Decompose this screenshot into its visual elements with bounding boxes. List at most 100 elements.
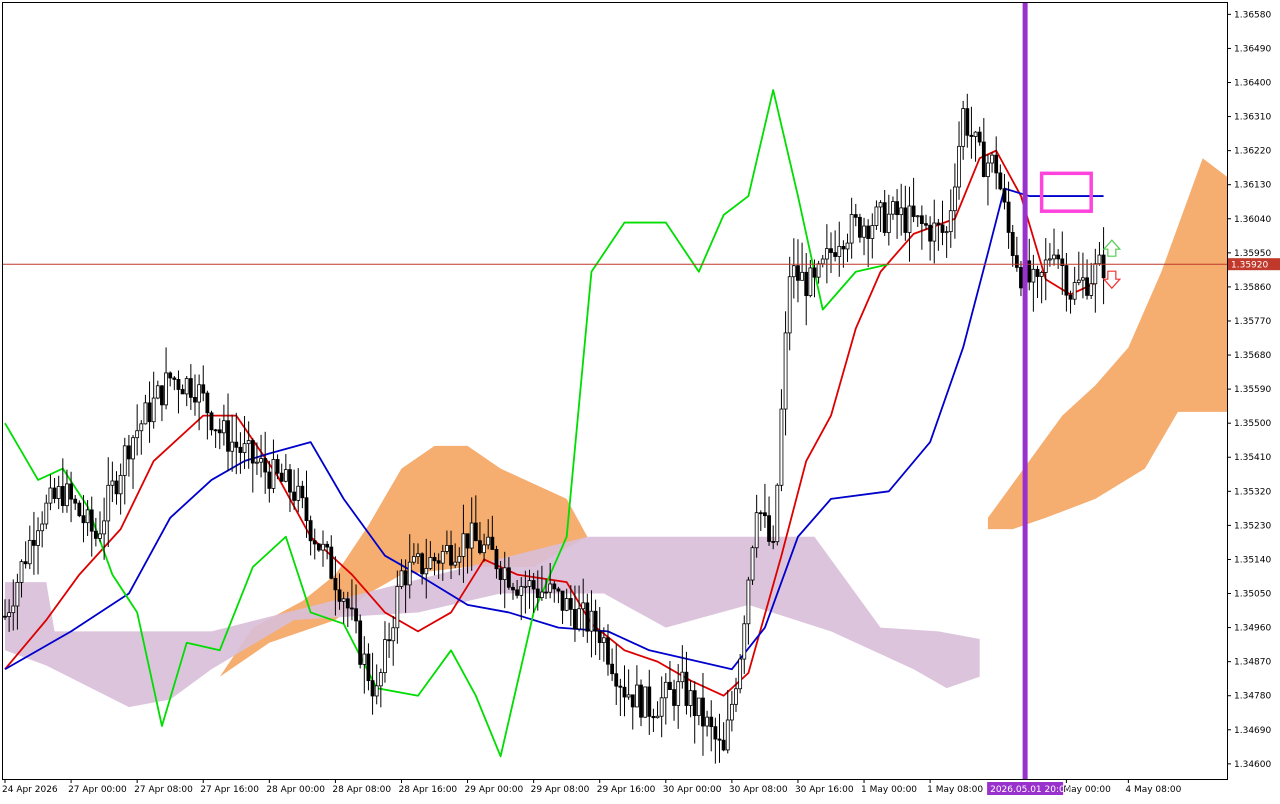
candle-body xyxy=(1085,277,1089,296)
candle-body xyxy=(1072,282,1077,300)
candle-body xyxy=(907,205,912,233)
candle-body xyxy=(168,372,173,379)
candle-body xyxy=(73,498,78,504)
candle-body xyxy=(961,108,966,147)
candle-body xyxy=(990,154,994,164)
candle-body xyxy=(160,385,164,406)
candle-body xyxy=(676,681,681,706)
price-tick-label: 1.35770 xyxy=(1234,317,1271,327)
candle-body xyxy=(56,486,61,499)
candle-body xyxy=(886,213,891,233)
candle-body xyxy=(589,610,594,632)
candle-body xyxy=(519,586,524,596)
candle-body xyxy=(1039,272,1044,277)
time-tick-label: 27 Apr 08:00 xyxy=(134,785,193,795)
candle-body xyxy=(585,602,590,632)
candle-body xyxy=(969,134,974,137)
candle-body xyxy=(775,484,780,543)
candle-body xyxy=(779,408,784,486)
candle-body xyxy=(1056,254,1061,260)
candle-body xyxy=(626,694,631,698)
candle xyxy=(775,483,780,546)
candle-body xyxy=(304,497,309,522)
candle-body xyxy=(651,715,656,719)
candle-body xyxy=(221,420,226,434)
candle-body xyxy=(729,703,734,721)
time-tick-label: 29 Apr 00:00 xyxy=(465,785,524,795)
candle-body xyxy=(932,222,937,242)
candle-body xyxy=(849,214,854,244)
candle-body xyxy=(948,210,953,233)
candle-body xyxy=(197,384,202,403)
candle-body xyxy=(341,598,346,602)
candle-body xyxy=(581,602,586,610)
candle-body xyxy=(242,443,247,453)
ichimoku-chart[interactable]: 1.36580 1.36490 1.36400 1.36310 1.36220 1.361… xyxy=(0,0,1280,800)
candle-body xyxy=(1052,254,1056,260)
candle-body xyxy=(362,653,367,665)
candle-body xyxy=(164,372,168,406)
candle-body xyxy=(552,583,557,590)
candle-body xyxy=(432,557,437,562)
cursor-time-label: 2026.05.01 20:00 xyxy=(990,785,1071,795)
candle-body xyxy=(69,483,73,500)
candle-body xyxy=(812,267,817,278)
candle-body xyxy=(965,108,970,136)
candle-body xyxy=(114,480,119,495)
candle-body xyxy=(176,379,181,390)
candle-body xyxy=(279,472,284,482)
candle-body xyxy=(478,540,482,554)
price-tick-label: 1.35500 xyxy=(1234,419,1271,429)
candle-body xyxy=(659,697,664,717)
candle-body xyxy=(725,719,730,751)
candle-body xyxy=(853,214,858,218)
candle-body xyxy=(52,487,57,499)
candle-body xyxy=(188,378,193,398)
candle-body xyxy=(911,205,916,217)
candle-body xyxy=(672,689,676,706)
price-tick-label: 1.34960 xyxy=(1234,624,1271,634)
candle-body xyxy=(217,429,222,434)
candle-body xyxy=(482,544,486,554)
candle-body xyxy=(93,530,98,539)
price-tick-label: 1.34600 xyxy=(1234,760,1271,770)
candle-body xyxy=(461,533,466,557)
time-tick-label: 30 Apr 00:00 xyxy=(663,785,722,795)
candle-body xyxy=(899,207,904,216)
candle-body xyxy=(804,271,809,297)
candle-body xyxy=(238,446,243,453)
candle-body xyxy=(1047,258,1052,261)
chart-canvas[interactable]: 1.36580 1.36490 1.36400 1.36310 1.36220 1.361… xyxy=(0,0,1280,800)
candle-body xyxy=(250,440,255,464)
candle-body xyxy=(32,539,36,546)
time-tick-label: 24 Apr 2026 xyxy=(2,785,58,795)
candle-body xyxy=(399,570,404,587)
candle-body xyxy=(209,412,214,431)
candle-body xyxy=(325,543,330,548)
candle xyxy=(77,500,82,518)
time-tick-label: 29 Apr 16:00 xyxy=(597,785,656,795)
candle-body xyxy=(618,685,623,688)
candle-body xyxy=(1035,268,1040,277)
candle-body xyxy=(829,248,833,253)
price-tick-label: 1.35320 xyxy=(1234,487,1271,497)
candle-body xyxy=(370,680,375,697)
candle-body xyxy=(527,580,532,587)
time-tick-label: 30 Apr 16:00 xyxy=(795,785,854,795)
candle-body xyxy=(750,547,755,581)
current-price-label: 1.35920 xyxy=(1231,261,1268,271)
candle-body xyxy=(688,690,693,706)
candle-body xyxy=(696,697,701,717)
price-tick-label: 1.35860 xyxy=(1234,283,1271,293)
candle-body xyxy=(903,207,908,233)
candle-body xyxy=(771,541,776,543)
price-tick-label: 1.36580 xyxy=(1234,10,1271,20)
candle-body xyxy=(515,589,520,596)
candle-body xyxy=(824,248,829,260)
candle-body xyxy=(763,512,767,517)
candle-body xyxy=(1010,232,1015,256)
candle-body xyxy=(1089,283,1094,296)
candle-body xyxy=(11,605,16,614)
candle-body xyxy=(118,475,123,495)
candle-body xyxy=(981,141,986,178)
